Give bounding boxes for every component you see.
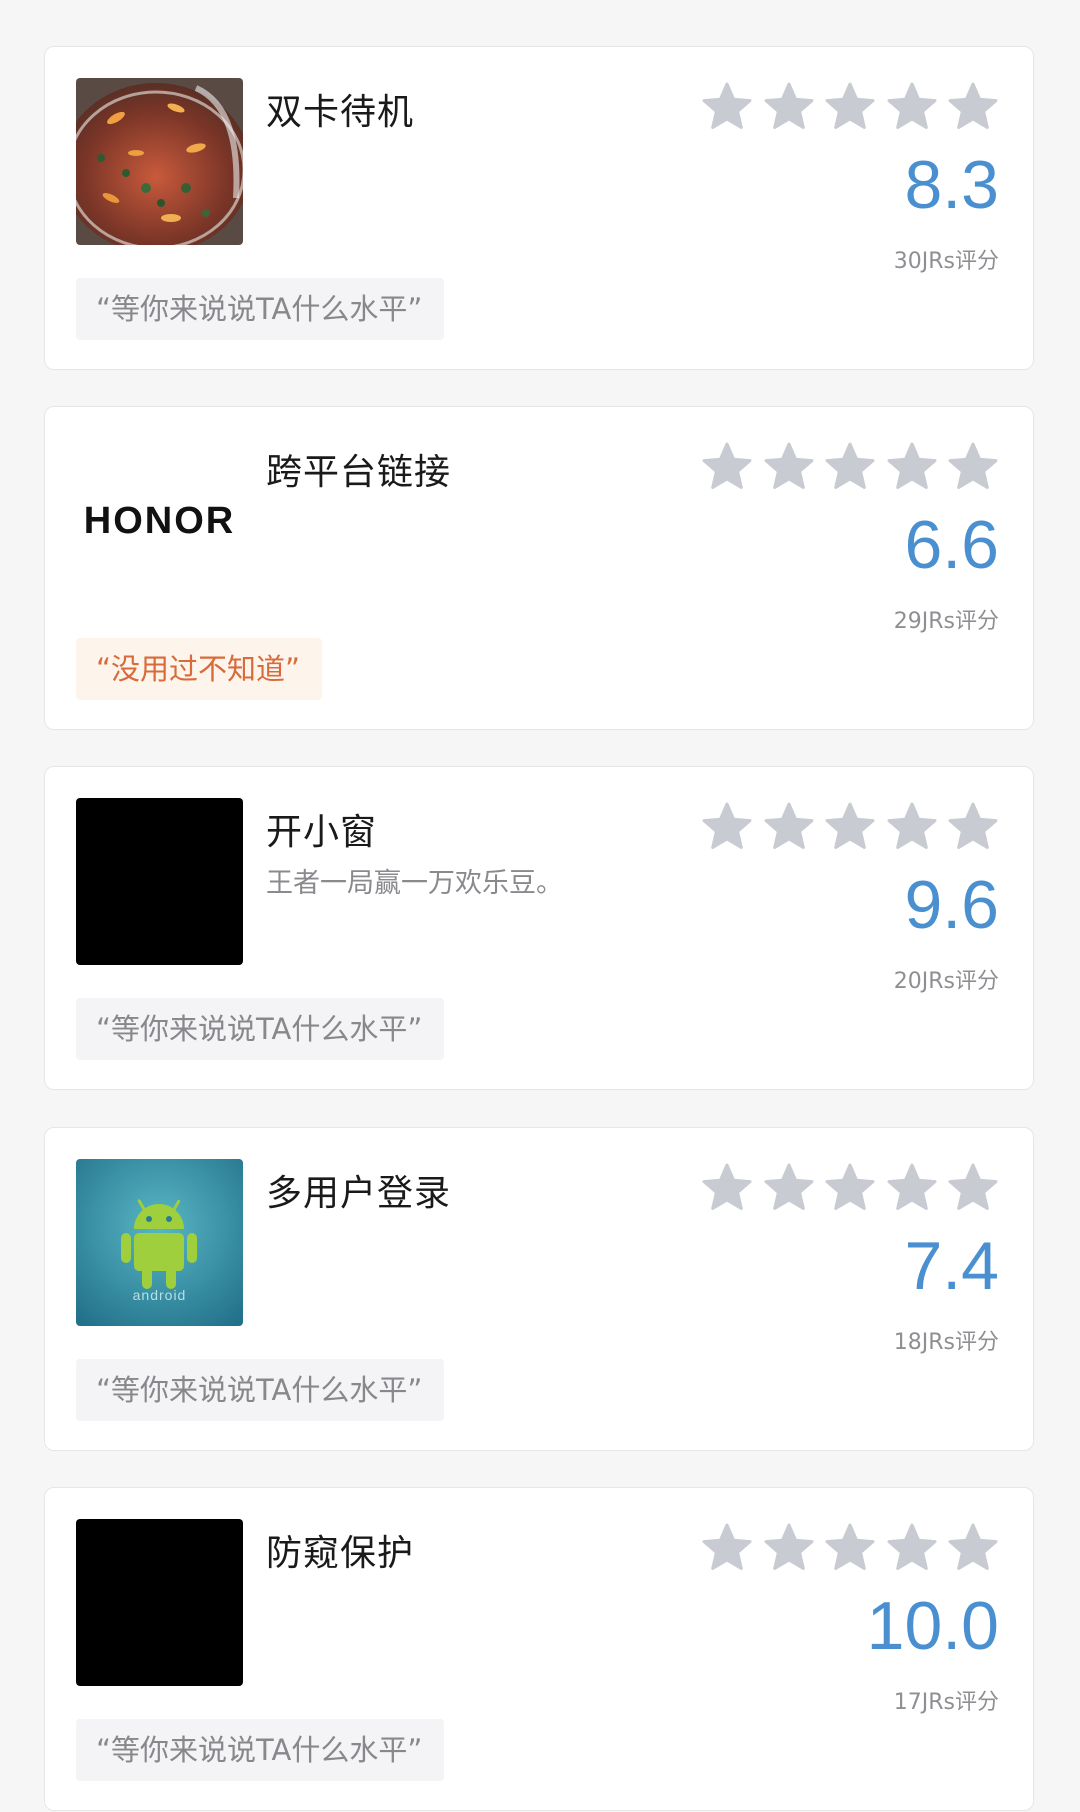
honor-logo[interactable]: HONOR xyxy=(76,438,243,605)
star-icon[interactable] xyxy=(701,81,753,133)
review-prompt[interactable]: “等你来说说TA什么水平” xyxy=(76,998,445,1060)
rater-count: 18JRs评分 xyxy=(893,1330,999,1355)
star-icon[interactable] xyxy=(701,441,753,493)
star-icon[interactable] xyxy=(886,441,938,493)
star-icon[interactable] xyxy=(763,81,815,133)
star-rating[interactable] xyxy=(701,1162,999,1216)
score-value: 9.6 xyxy=(904,867,999,943)
rating-card[interactable]: 防窥保护 10.0 17JRs评分 “等你来说说TA什么水平” xyxy=(44,1487,1034,1811)
star-icon[interactable] xyxy=(947,1522,999,1574)
star-icon[interactable] xyxy=(824,1162,876,1214)
star-icon[interactable] xyxy=(886,81,938,133)
star-icon[interactable] xyxy=(886,801,938,853)
star-icon[interactable] xyxy=(947,801,999,853)
star-icon[interactable] xyxy=(824,1522,876,1574)
score-value: 10.0 xyxy=(866,1588,999,1664)
review-prompt[interactable]: “等你来说说TA什么水平” xyxy=(76,278,445,340)
star-icon[interactable] xyxy=(947,441,999,493)
star-icon[interactable] xyxy=(763,1162,815,1214)
review-prompt[interactable]: “等你来说说TA什么水平” xyxy=(76,1359,445,1421)
score-value: 8.3 xyxy=(904,147,999,223)
card-title: 双卡待机 xyxy=(266,92,415,133)
rater-count: 30JRs评分 xyxy=(893,249,999,274)
card-title: 防窥保护 xyxy=(266,1533,415,1574)
rating-card[interactable]: 双卡待机 8.3 30JRs评分 “等你来说说TA什么水平” xyxy=(44,46,1034,370)
star-icon[interactable] xyxy=(947,81,999,133)
rater-count: 29JRs评分 xyxy=(893,609,999,634)
score-value: 7.4 xyxy=(904,1228,999,1304)
card-title: 开小窗 xyxy=(266,812,378,853)
black-image[interactable] xyxy=(76,1519,243,1686)
star-icon[interactable] xyxy=(701,1162,753,1214)
rating-card[interactable]: android 多用户登录 7.4 18JRs评分 “等你来说说TA什么水平” xyxy=(44,1127,1034,1451)
rating-card[interactable]: 开小窗 王者一局赢一万欢乐豆。 9.6 20JRs评分 “等你来说说TA什么水平… xyxy=(44,766,1034,1090)
card-title: 跨平台链接 xyxy=(266,452,452,493)
star-rating[interactable] xyxy=(701,1522,999,1576)
android-logo[interactable]: android xyxy=(76,1159,243,1326)
rating-card[interactable]: HONOR 跨平台链接 6.6 29JRs评分 “没用过不知道” xyxy=(44,406,1034,730)
star-icon[interactable] xyxy=(701,1522,753,1574)
star-rating[interactable] xyxy=(701,801,999,855)
star-rating[interactable] xyxy=(701,81,999,135)
star-icon[interactable] xyxy=(886,1162,938,1214)
star-icon[interactable] xyxy=(886,1522,938,1574)
star-icon[interactable] xyxy=(763,801,815,853)
rating-card-list: 双卡待机 8.3 30JRs评分 “等你来说说TA什么水平” HONOR 跨平台… xyxy=(0,0,1080,1812)
black-image[interactable] xyxy=(76,798,243,965)
honor-logo-text: HONOR xyxy=(76,438,243,605)
star-icon[interactable] xyxy=(763,441,815,493)
star-icon[interactable] xyxy=(824,801,876,853)
review-prompt[interactable]: “等你来说说TA什么水平” xyxy=(76,1719,445,1781)
rater-count: 20JRs评分 xyxy=(893,969,999,994)
star-icon[interactable] xyxy=(701,801,753,853)
star-rating[interactable] xyxy=(701,441,999,495)
rater-count: 17JRs评分 xyxy=(893,1690,999,1715)
star-icon[interactable] xyxy=(763,1522,815,1574)
star-icon[interactable] xyxy=(824,441,876,493)
android-logo-text: android xyxy=(132,1287,187,1303)
card-title: 多用户登录 xyxy=(266,1173,452,1214)
star-icon[interactable] xyxy=(947,1162,999,1214)
score-value: 6.6 xyxy=(904,507,999,583)
card-subtitle: 王者一局赢一万欢乐豆。 xyxy=(266,868,563,899)
star-icon[interactable] xyxy=(824,81,876,133)
review-quote[interactable]: “没用过不知道” xyxy=(76,638,323,700)
goldfish-bowl-photo[interactable] xyxy=(76,78,243,245)
